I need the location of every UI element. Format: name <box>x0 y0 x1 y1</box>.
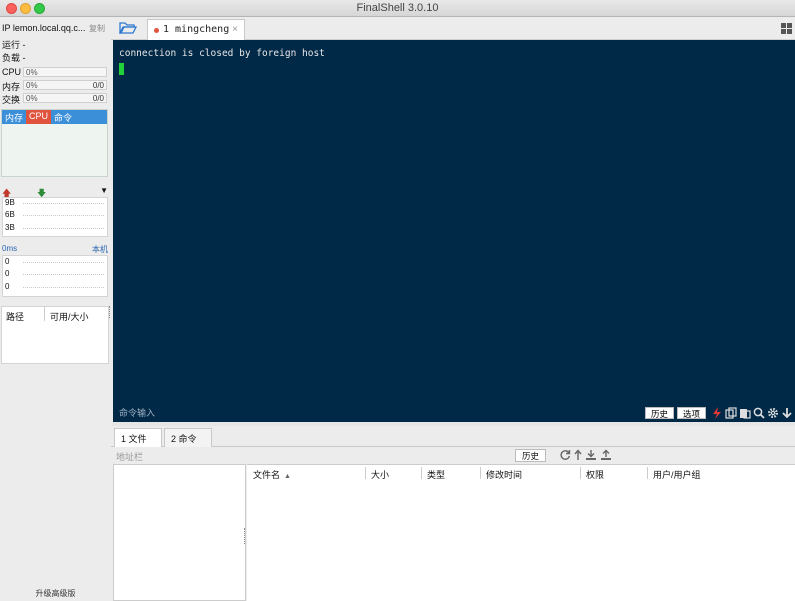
sort-ascending-icon: ▲ <box>284 473 291 480</box>
address-bar: 地址栏 历史 <box>113 448 795 464</box>
network-interface-dropdown-icon[interactable]: ▼ <box>100 186 108 195</box>
process-list: 内存 CPU 命令 <box>1 109 108 177</box>
memory-meter: 0% 0/0 <box>23 80 107 90</box>
column-header-owner[interactable]: 用户/用户组 <box>653 468 701 481</box>
cpu-meter-label: CPU <box>2 67 22 77</box>
process-tab-cpu[interactable]: CPU <box>26 110 52 124</box>
column-header-type[interactable]: 类型 <box>427 468 445 481</box>
session-tab-bar: 1 mingcheng × <box>111 17 795 40</box>
column-divider[interactable] <box>647 467 648 479</box>
command-input-label[interactable]: 命令输入 <box>119 406 155 419</box>
search-icon[interactable] <box>753 407 765 419</box>
swap-meter-pct: 0% <box>26 94 38 103</box>
memory-meter-value: 0/0 <box>92 81 104 90</box>
upgrade-link[interactable]: 升级高级版 <box>0 588 111 599</box>
ping-gridline <box>23 262 104 263</box>
sidebar-resize-handle[interactable] <box>109 306 111 318</box>
download-icon[interactable] <box>585 449 597 461</box>
column-divider[interactable] <box>365 467 366 479</box>
file-list[interactable]: 文件名 ▲ 大小 类型 修改时间 权限 用户/用户组 <box>247 464 795 601</box>
upload-icon[interactable] <box>600 449 612 461</box>
close-tab-icon[interactable]: × <box>232 24 238 35</box>
session-tab[interactable]: 1 mingcheng × <box>147 19 245 40</box>
network-speed-graph: 9B 6B 3B <box>2 197 108 237</box>
uptime-label: 运行 - <box>2 40 26 50</box>
ping-latency: 0ms <box>2 244 18 253</box>
cpu-meter-pct: 0% <box>26 68 38 77</box>
swap-meter-label: 交换 <box>2 95 21 105</box>
column-header-filename[interactable]: 文件名 ▲ <box>253 468 291 481</box>
window-title: FinalShell 3.0.10 <box>356 2 439 14</box>
server-status-panel: IP lemon.local.qq.c... 复制 运行 - 负载 - CPU … <box>0 17 111 601</box>
file-history-button[interactable]: 历史 <box>515 449 547 462</box>
paste-icon[interactable] <box>739 407 751 419</box>
process-tab-command[interactable]: 命令 <box>51 110 75 124</box>
cpu-meter: 0% <box>23 67 107 77</box>
ping-tick: 0 <box>5 257 10 266</box>
memory-meter-pct: 0% <box>26 81 38 90</box>
process-list-header: 内存 CPU 命令 <box>2 110 107 124</box>
column-header-filename-label: 文件名 <box>253 470 281 480</box>
tab-files[interactable]: 1 文件 <box>114 428 162 447</box>
history-button[interactable]: 历史 <box>644 407 674 419</box>
tab-commands[interactable]: 2 命令 <box>164 428 212 447</box>
lightning-icon[interactable] <box>711 407 723 419</box>
server-ip: IP lemon.local.qq.c... <box>2 23 86 33</box>
ping-gridline <box>23 274 104 275</box>
window-titlebar: FinalShell 3.0.10 <box>0 0 795 17</box>
disk-col-size[interactable]: 可用/大小 <box>50 310 89 323</box>
column-divider[interactable] <box>480 467 481 479</box>
net-gridline <box>23 215 104 216</box>
copy-ip-button[interactable]: 复制 <box>89 23 105 34</box>
process-tab-memory[interactable]: 内存 <box>2 110 26 124</box>
session-tab-label: 1 mingcheng <box>163 24 230 35</box>
column-header-modified[interactable]: 修改时间 <box>486 468 522 481</box>
file-pane-resize-handle[interactable] <box>244 528 246 544</box>
disk-col-path[interactable]: 路径 <box>6 310 24 323</box>
terminal-output-line: connection is closed by foreign host <box>119 48 325 59</box>
net-gridline <box>23 228 104 229</box>
ping-host[interactable]: 本机 <box>92 244 108 255</box>
net-tick-6b: 6B <box>5 210 15 219</box>
gear-icon[interactable] <box>767 407 779 419</box>
memory-meter-label: 内存 <box>2 82 21 92</box>
ping-header: 0ms 本机 <box>2 244 108 255</box>
net-tick-9b: 9B <box>5 198 15 207</box>
network-speed-header: 🡅 🡇 ▼ <box>2 186 108 198</box>
ping-graph: 0 0 0 <box>2 255 108 297</box>
disk-col-divider <box>44 307 45 321</box>
column-header-permissions[interactable]: 权限 <box>586 468 604 481</box>
disk-usage-table: 路径 可用/大小 <box>1 306 109 364</box>
session-status-dot <box>154 28 159 33</box>
load-label: 负载 - <box>2 53 26 63</box>
address-input[interactable]: 地址栏 <box>116 450 143 463</box>
swap-meter-value: 0/0 <box>92 94 104 103</box>
terminal-pane[interactable]: connection is closed by foreign host 命令输… <box>113 40 795 422</box>
column-divider[interactable] <box>421 467 422 479</box>
terminal-toolbar: 历史 选项 <box>644 407 793 419</box>
grid-layout-icon[interactable] <box>781 23 792 34</box>
terminal-cursor <box>119 63 124 75</box>
options-button[interactable]: 选项 <box>676 407 706 419</box>
column-divider[interactable] <box>580 467 581 479</box>
net-gridline <box>23 203 104 204</box>
net-tick-3b: 3B <box>5 223 15 232</box>
refresh-icon[interactable] <box>559 449 571 461</box>
ping-tick: 0 <box>5 282 10 291</box>
copy-icon[interactable] <box>725 407 737 419</box>
bottom-tab-bar: 1 文件 2 命令 <box>111 426 795 447</box>
directory-tree[interactable] <box>113 464 246 601</box>
folder-open-icon[interactable] <box>119 21 137 35</box>
swap-meter: 0% 0/0 <box>23 93 107 103</box>
scroll-down-arrow-icon[interactable] <box>781 407 793 419</box>
ping-gridline <box>23 287 104 288</box>
parent-folder-up-icon[interactable] <box>572 449 584 461</box>
ping-tick: 0 <box>5 269 10 278</box>
column-header-size[interactable]: 大小 <box>371 468 389 481</box>
